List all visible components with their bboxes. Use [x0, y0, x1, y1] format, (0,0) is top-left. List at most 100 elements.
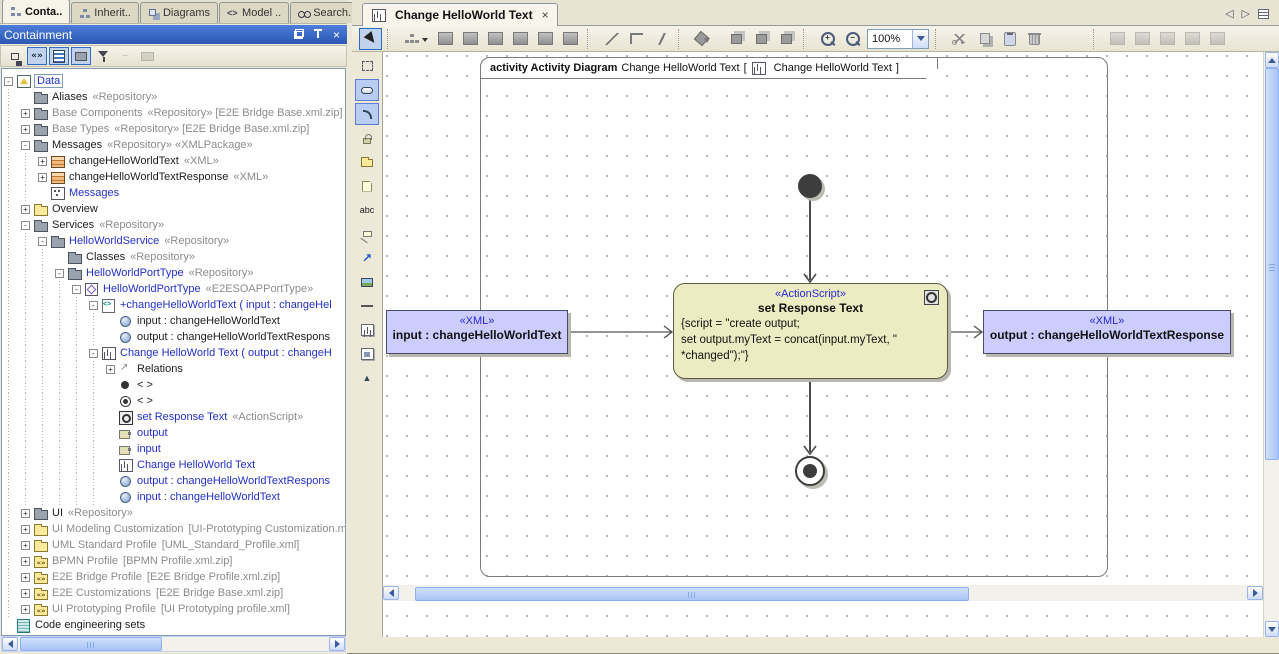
- tree-item-ui-prototyping-profile[interactable]: + UI Prototyping Profile [UI Prototyping…: [2, 601, 345, 617]
- layout-tool-3[interactable]: [484, 28, 507, 50]
- scroll-left-button[interactable]: [383, 586, 399, 600]
- tree-item-changehelloworldtext[interactable]: + changeHelloWorldText «XML»: [2, 153, 345, 169]
- tree-expander[interactable]: -: [72, 285, 81, 294]
- scrollbar-thumb[interactable]: [20, 637, 162, 651]
- tree-item-messages-diagram[interactable]: Messages: [2, 185, 345, 201]
- tree-item-messages-package[interactable]: - Messages «Repository» «XMLPackage»: [2, 137, 345, 153]
- delete-button[interactable]: [1023, 28, 1046, 50]
- tree-item-overview[interactable]: + Overview: [2, 201, 345, 217]
- tree-item-classes[interactable]: Classes «Repository»: [2, 249, 345, 265]
- tree-expander[interactable]: +: [21, 509, 30, 518]
- layout-tool-4[interactable]: [509, 28, 532, 50]
- action-node-set-response-text[interactable]: «ActionScript» set Response Text {script…: [673, 283, 948, 379]
- tree-expander[interactable]: +: [21, 589, 30, 598]
- scrollbar-thumb[interactable]: [1265, 68, 1279, 460]
- separator-tool[interactable]: [355, 295, 379, 317]
- tree-item-uml-standard-profile[interactable]: + UML Standard Profile [UML_Standard_Pro…: [2, 537, 345, 553]
- tree-expander[interactable]: +: [38, 173, 47, 182]
- tree-item-base-types[interactable]: + Base Types «Repository» [E2E Bridge Ba…: [2, 121, 345, 137]
- tree-item-bpmn-profile[interactable]: + BPMN Profile [BPMN Profile.xml.zip]: [2, 553, 345, 569]
- paste-button[interactable]: [998, 28, 1021, 50]
- tree-expander[interactable]: +: [38, 157, 47, 166]
- tree-item-helloworldporttype[interactable]: - HelloWorldPortType «E2ESOAPPortType»: [2, 281, 345, 297]
- link-tool[interactable]: [355, 79, 379, 101]
- show-auxiliary-resources-toggle[interactable]: [49, 47, 69, 65]
- tree-expander[interactable]: -: [38, 237, 47, 246]
- close-panel-button[interactable]: ×: [330, 28, 343, 41]
- tree-item-change-helloworld-text-activity[interactable]: - Change HelloWorld Text ( output : chan…: [2, 345, 345, 361]
- tree-item-op-input-param[interactable]: input : changeHelloWorldText: [2, 313, 345, 329]
- tree-item-change-helloworld-text-diagram[interactable]: Change HelloWorld Text: [2, 457, 345, 473]
- zoom-in-button[interactable]: [816, 28, 839, 50]
- tree-item-final-node[interactable]: < >: [2, 393, 345, 409]
- palette-scroll-up-button[interactable]: [355, 367, 379, 389]
- tab-diagrams[interactable]: Diagrams: [140, 2, 218, 23]
- lock-tool[interactable]: [355, 127, 379, 149]
- tree-item-e2e-bridge-profile[interactable]: + E2E Bridge Profile [E2E Bridge Profile…: [2, 569, 345, 585]
- layout-tool-5[interactable]: [534, 28, 557, 50]
- scrollbar-track[interactable]: [18, 637, 329, 651]
- tree-expander[interactable]: -: [4, 77, 13, 86]
- tab-model-extensions[interactable]: Model ..: [219, 2, 289, 23]
- tree-expander[interactable]: +: [21, 541, 30, 550]
- tree-expander[interactable]: +: [21, 557, 30, 566]
- group-by-packages-toggle[interactable]: [71, 47, 91, 65]
- tree-expander[interactable]: +: [21, 205, 30, 214]
- layout-tool-6[interactable]: [559, 28, 582, 50]
- line-style-oblique-button[interactable]: [650, 28, 673, 50]
- tree-expander[interactable]: +: [21, 605, 30, 614]
- tree-item-services[interactable]: - Services «Repository»: [2, 217, 345, 233]
- tree-expander[interactable]: -: [55, 269, 64, 278]
- tree-item-data[interactable]: - Data: [2, 73, 345, 89]
- tree-options-button[interactable]: [5, 47, 25, 65]
- tab-inheritance[interactable]: Inherit..: [71, 2, 139, 23]
- package-tool[interactable]: [355, 151, 379, 173]
- object-node-input[interactable]: «XML» input : changeHelloWorldText: [386, 310, 568, 354]
- tree-item-output-node[interactable]: output : changeHelloWorldTextRespons: [2, 473, 345, 489]
- scrollbar-thumb[interactable]: [415, 587, 969, 601]
- note-tool[interactable]: [355, 175, 379, 197]
- text-tool[interactable]: [355, 199, 379, 221]
- pin-panel-button[interactable]: [311, 28, 324, 41]
- order-button[interactable]: [775, 28, 798, 50]
- scroll-down-button[interactable]: [1265, 621, 1279, 637]
- tree-item-helloworldporttype-pkg[interactable]: - HelloWorldPortType «Repository»: [2, 265, 345, 281]
- tree-expander[interactable]: -: [89, 301, 98, 310]
- activity-final-node[interactable]: [795, 456, 825, 486]
- line-style-straight-button[interactable]: [600, 28, 623, 50]
- activity-diagram-tool[interactable]: [355, 319, 379, 341]
- tree-item-code-engineering-sets[interactable]: Code engineering sets: [2, 617, 345, 633]
- initial-node[interactable]: [798, 174, 822, 198]
- tree-item-e2e-customizations[interactable]: + E2E Customizations [E2E Bridge Base.xm…: [2, 585, 345, 601]
- tab-list-button[interactable]: [1258, 9, 1269, 19]
- tree-expander[interactable]: +: [21, 109, 30, 118]
- tree-item-pin-output[interactable]: output: [2, 425, 345, 441]
- tree-horizontal-scrollbar[interactable]: [1, 636, 346, 652]
- scrollbar-track[interactable]: [399, 586, 1247, 600]
- diagram-canvas[interactable]: activity Activity Diagram Change HelloWo…: [383, 52, 1278, 637]
- tree-item-op-output-param[interactable]: output : changeHelloWorldTextRespons: [2, 329, 345, 345]
- scroll-up-button[interactable]: [1265, 52, 1279, 68]
- tree-expander[interactable]: +: [21, 573, 30, 582]
- scroll-tabs-left-button[interactable]: ◁: [1225, 7, 1233, 20]
- tree-item-relations[interactable]: + Relations: [2, 361, 345, 377]
- path-style-tool[interactable]: [355, 103, 379, 125]
- tree-item-base-components[interactable]: + Base Components «Repository» [E2E Brid…: [2, 105, 345, 121]
- tree-item-changehelloworldtextresponse[interactable]: + changeHelloWorldTextResponse «XML»: [2, 169, 345, 185]
- show-stereotypes-toggle[interactable]: «»: [27, 47, 47, 65]
- select-marquee-tool[interactable]: [355, 55, 379, 77]
- scroll-left-button[interactable]: [2, 637, 18, 651]
- scroll-right-button[interactable]: [1247, 586, 1263, 600]
- layout-tool-1[interactable]: [434, 28, 457, 50]
- image-tool[interactable]: [355, 271, 379, 293]
- tree-expander[interactable]: +: [106, 365, 115, 374]
- cut-button[interactable]: [948, 28, 971, 50]
- tree-item-ui-modeling-customization[interactable]: + UI Modeling Customization [UI-Prototyp…: [2, 521, 345, 537]
- tree-item-input-node[interactable]: input : changeHelloWorldText: [2, 489, 345, 505]
- anchor-tool[interactable]: [355, 223, 379, 245]
- tree-expander[interactable]: +: [21, 125, 30, 134]
- tree-expander[interactable]: -: [21, 141, 30, 150]
- fill-color-button[interactable]: [691, 28, 714, 50]
- to-front-button[interactable]: [725, 28, 748, 50]
- line-style-rectilinear-button[interactable]: [625, 28, 648, 50]
